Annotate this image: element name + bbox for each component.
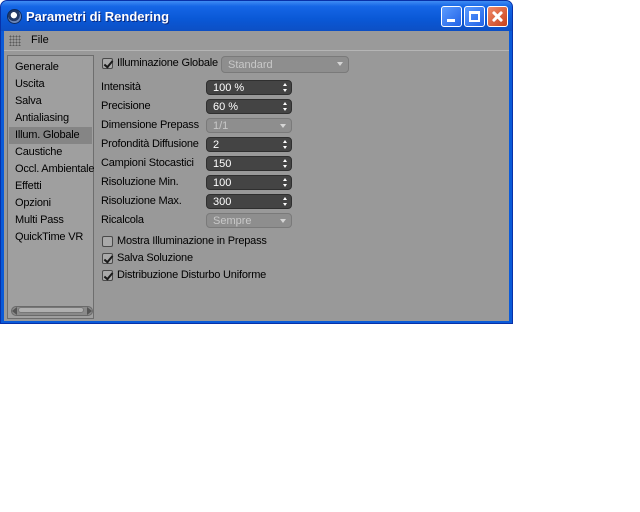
stepper-icon[interactable] [283, 140, 288, 149]
window-title: Parametri di Rendering [26, 9, 170, 24]
param-label-dimensione-prepass: Dimensione Prepass [101, 119, 199, 131]
option-salva-soluzione-label: Salva Soluzione [117, 252, 193, 264]
sidebar-scrollbar[interactable] [11, 306, 93, 316]
param-label-risoluzione-max: Risoluzione Max. [101, 195, 182, 207]
option-salva-soluzione-checkbox[interactable] [102, 253, 113, 264]
sidebar-item-opzioni[interactable]: Opzioni [9, 195, 92, 212]
param-label-risoluzione-min: Risoluzione Min. [101, 176, 179, 188]
sidebar-item-salva[interactable]: Salva [9, 93, 92, 110]
chevron-down-icon [280, 219, 286, 223]
grip-icon[interactable] [9, 35, 21, 46]
stepper-icon[interactable] [283, 197, 288, 206]
param-label-intensita: Intensità [101, 81, 141, 93]
gi-enable-checkbox[interactable] [102, 58, 113, 69]
stepper-icon[interactable] [283, 178, 288, 187]
sidebar-item-multi-pass[interactable]: Multi Pass [9, 212, 92, 229]
param-risoluzione-max-input[interactable]: 300 [206, 194, 292, 209]
param-intensita-input[interactable]: 100 % [206, 80, 292, 95]
title-bar[interactable]: Parametri di Rendering [1, 1, 512, 31]
param-ricalcola-dropdown[interactable]: Sempre [206, 213, 292, 228]
sidebar: Generale Uscita Salva Antialiasing Illum… [7, 55, 95, 319]
option-mostra-prepass-checkbox[interactable] [102, 236, 113, 247]
param-label-precisione: Precisione [101, 100, 151, 112]
window-client: File Generale Uscita Salva Antialiasing … [4, 31, 509, 321]
chevron-down-icon [280, 124, 286, 128]
param-label-ricalcola: Ricalcola [101, 214, 144, 226]
gi-mode-value: Standard [228, 59, 273, 71]
param-label-profondita-diffusione: Profondità Diffusione [101, 138, 199, 150]
stepper-icon[interactable] [283, 83, 288, 92]
param-precisione-value: 60 % [213, 101, 239, 113]
param-label-campioni-stocastici: Campioni Stocastici [101, 157, 194, 169]
sidebar-item-generale[interactable]: Generale [9, 59, 92, 76]
scroll-left-icon[interactable] [12, 307, 17, 315]
gi-enable-label: Illuminazione Globale [117, 57, 218, 69]
chevron-down-icon [337, 62, 343, 66]
gi-mode-dropdown[interactable]: Standard [221, 56, 349, 73]
param-campioni-stocastici-input[interactable]: 150 [206, 156, 292, 171]
sidebar-item-caustiche[interactable]: Caustiche [9, 144, 92, 161]
gi-panel: Illuminazione Globale Standard Intensità… [96, 53, 509, 321]
sidebar-item-antialiasing[interactable]: Antialiasing [9, 110, 92, 127]
param-dimensione-prepass-dropdown[interactable]: 1/1 [206, 118, 292, 133]
sidebar-item-effetti[interactable]: Effetti [9, 178, 92, 195]
param-intensita-value: 100 % [213, 82, 245, 94]
param-profondita-diffusione-value: 2 [213, 139, 220, 151]
param-profondita-diffusione-input[interactable]: 2 [206, 137, 292, 152]
option-mostra-prepass-label: Mostra Illuminazione in Prepass [117, 235, 267, 247]
scroll-right-icon[interactable] [87, 307, 92, 315]
app-icon[interactable] [7, 9, 22, 24]
menu-bar: File [4, 31, 509, 51]
param-risoluzione-min-value: 100 [213, 177, 232, 189]
option-disturbo-uniforme-checkbox[interactable] [102, 270, 113, 281]
sidebar-item-quicktime-vr[interactable]: QuickTime VR [9, 229, 92, 246]
sidebar-item-uscita[interactable]: Uscita [9, 76, 92, 93]
stepper-icon[interactable] [283, 102, 288, 111]
option-disturbo-uniforme-label: Distribuzione Disturbo Uniforme [117, 269, 267, 281]
param-ricalcola-value: Sempre [213, 215, 252, 227]
param-risoluzione-max-value: 300 [213, 196, 232, 208]
minimize-button[interactable] [441, 6, 462, 27]
param-campioni-stocastici-value: 150 [213, 158, 232, 170]
param-risoluzione-min-input[interactable]: 100 [206, 175, 292, 190]
close-button[interactable] [487, 6, 508, 27]
sidebar-item-illum-globale[interactable]: Illum. Globale [9, 127, 92, 144]
render-settings-window: Parametri di Rendering File Generale Usc… [0, 0, 513, 324]
scroll-thumb[interactable] [18, 307, 84, 313]
param-dimensione-prepass-value: 1/1 [213, 120, 229, 132]
menu-file[interactable]: File [31, 34, 49, 46]
maximize-button[interactable] [464, 6, 485, 27]
stepper-icon[interactable] [283, 159, 288, 168]
param-precisione-input[interactable]: 60 % [206, 99, 292, 114]
sidebar-item-occl-ambientale[interactable]: Occl. Ambientale [9, 161, 95, 178]
